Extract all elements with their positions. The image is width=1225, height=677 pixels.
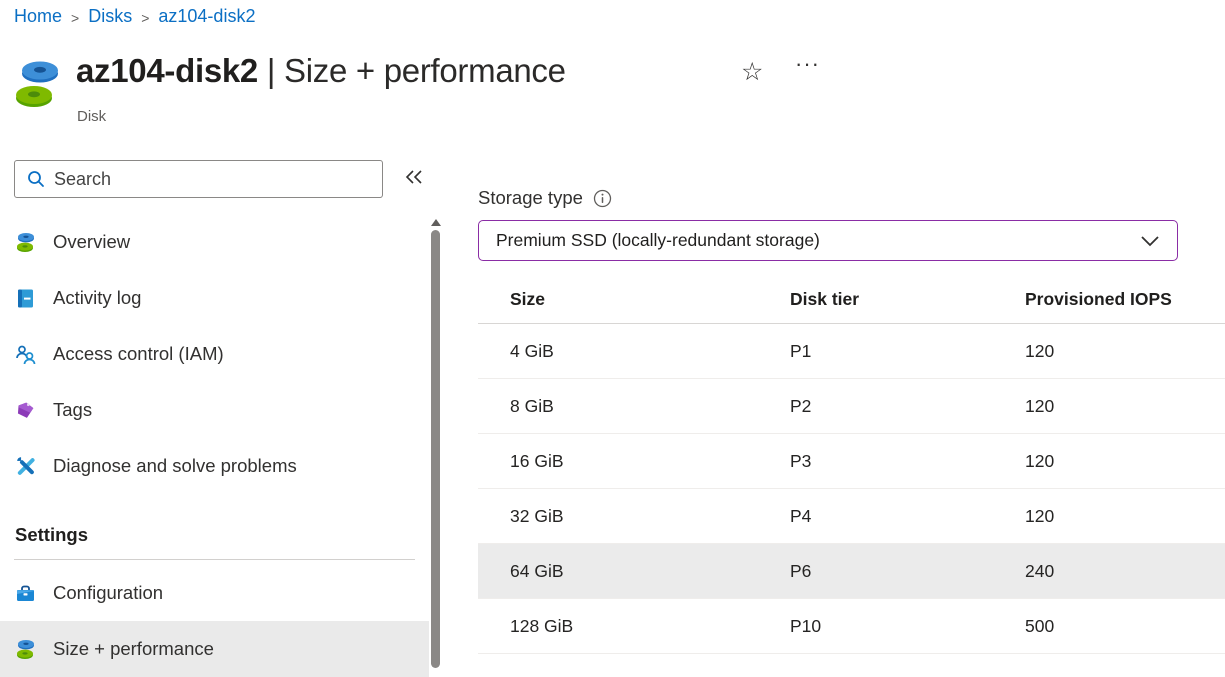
cell-disk-tier: P6 xyxy=(790,561,1025,582)
table-row[interactable]: 4 GiB P1 120 xyxy=(478,324,1225,379)
column-header-provisioned-iops: Provisioned IOPS xyxy=(1025,289,1225,310)
sidebar-item-activity-log[interactable]: Activity log xyxy=(0,270,429,326)
cell-disk-tier: P2 xyxy=(790,396,1025,417)
tag-icon xyxy=(15,400,36,421)
cell-size: 8 GiB xyxy=(510,396,790,417)
sidebar-item-tags[interactable]: Tags xyxy=(0,382,429,438)
cell-size: 32 GiB xyxy=(510,506,790,527)
sidebar-item-label: Access control (IAM) xyxy=(53,343,224,365)
column-header-size: Size xyxy=(510,289,790,310)
sidebar: Overview Activity log Acc xyxy=(0,0,455,675)
sidebar-item-label: Tags xyxy=(53,399,92,421)
sidebar-item-diagnose[interactable]: Diagnose and solve problems xyxy=(0,438,429,494)
table-header-row: Size Disk tier Provisioned IOPS xyxy=(478,276,1225,324)
main-content: Storage type Premium SSD (locally-redund… xyxy=(478,0,1225,675)
activity-log-icon xyxy=(15,288,36,309)
cell-provisioned-iops: 240 xyxy=(1025,561,1225,582)
disk-icon xyxy=(15,639,36,660)
cell-size: 4 GiB xyxy=(510,341,790,362)
sidebar-search-box[interactable] xyxy=(14,160,383,198)
cell-provisioned-iops: 120 xyxy=(1025,506,1225,527)
cell-provisioned-iops: 120 xyxy=(1025,396,1225,417)
cell-provisioned-iops: 120 xyxy=(1025,341,1225,362)
search-icon xyxy=(27,170,45,188)
scroll-up-arrow-icon[interactable] xyxy=(431,219,441,226)
disk-icon xyxy=(15,232,36,253)
sidebar-item-overview[interactable]: Overview xyxy=(0,214,429,270)
cell-size: 128 GiB xyxy=(510,616,790,637)
table-row[interactable]: 8 GiB P2 120 xyxy=(478,379,1225,434)
sidebar-section-settings: Settings xyxy=(0,519,429,551)
search-input[interactable] xyxy=(54,169,382,190)
chevrons-left-icon[interactable] xyxy=(403,167,425,192)
sidebar-item-size-performance[interactable]: Size + performance xyxy=(0,621,429,677)
sidebar-item-label: Size + performance xyxy=(53,638,214,660)
column-header-disk-tier: Disk tier xyxy=(790,289,1025,310)
storage-type-dropdown[interactable]: Premium SSD (locally-redundant storage) xyxy=(478,220,1178,261)
size-table: Size Disk tier Provisioned IOPS 4 GiB P1… xyxy=(478,276,1225,654)
scrollbar-thumb[interactable] xyxy=(431,230,440,668)
cell-disk-tier: P3 xyxy=(790,451,1025,472)
chevron-down-icon xyxy=(1140,235,1160,247)
info-icon[interactable] xyxy=(593,189,612,208)
people-icon xyxy=(15,344,36,365)
sidebar-scrollbar[interactable] xyxy=(429,215,442,675)
toolbox-icon xyxy=(15,583,36,604)
cell-disk-tier: P4 xyxy=(790,506,1025,527)
sidebar-divider xyxy=(14,559,415,560)
sidebar-item-label: Overview xyxy=(53,231,130,253)
cell-size: 16 GiB xyxy=(510,451,790,472)
cell-size: 64 GiB xyxy=(510,561,790,582)
sidebar-item-configuration[interactable]: Configuration xyxy=(0,565,429,621)
tools-icon xyxy=(15,456,36,477)
cell-disk-tier: P1 xyxy=(790,341,1025,362)
cell-disk-tier: P10 xyxy=(790,616,1025,637)
sidebar-item-label: Diagnose and solve problems xyxy=(53,455,297,477)
sidebar-item-label: Activity log xyxy=(53,287,141,309)
table-row-selected[interactable]: 64 GiB P6 240 xyxy=(478,544,1225,599)
sidebar-item-access-control[interactable]: Access control (IAM) xyxy=(0,326,429,382)
sidebar-menu: Overview Activity log Acc xyxy=(0,214,429,677)
table-row[interactable]: 32 GiB P4 120 xyxy=(478,489,1225,544)
cell-provisioned-iops: 500 xyxy=(1025,616,1225,637)
cell-provisioned-iops: 120 xyxy=(1025,451,1225,472)
storage-type-selected-value: Premium SSD (locally-redundant storage) xyxy=(479,230,1140,251)
storage-type-label: Storage type xyxy=(478,187,583,209)
table-row[interactable]: 128 GiB P10 500 xyxy=(478,599,1225,654)
table-row[interactable]: 16 GiB P3 120 xyxy=(478,434,1225,489)
sidebar-item-label: Configuration xyxy=(53,582,163,604)
